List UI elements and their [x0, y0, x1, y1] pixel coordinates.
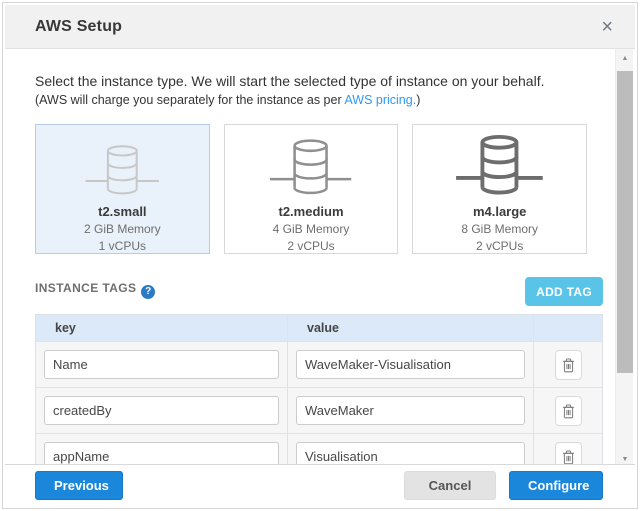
instance-vcpus: 2 vCPUs — [476, 239, 523, 253]
pricing-note-prefix: (AWS will charge you separately for the … — [35, 93, 344, 107]
instance-card-m4large[interactable]: m4.large 8 GiB Memory 2 vCPUs — [412, 124, 587, 254]
database-icon — [83, 143, 162, 198]
instance-memory: 2 GiB Memory — [84, 222, 161, 236]
delete-tag-button[interactable] — [555, 396, 582, 426]
scrollbar-thumb[interactable] — [617, 71, 633, 373]
tag-value-input[interactable] — [296, 350, 525, 379]
table-row — [36, 387, 602, 433]
scroll-up-arrow[interactable]: ▲ — [616, 51, 634, 67]
column-header-value: value — [288, 315, 534, 341]
tag-key-input[interactable] — [44, 350, 279, 379]
instance-type-list: t2.small 2 GiB Memory 1 vCPUs t2.medium … — [35, 124, 601, 254]
tags-table-header: key value — [36, 315, 602, 341]
instance-tags-text: INSTANCE TAGS — [35, 281, 136, 295]
configure-button[interactable]: Configure — [509, 471, 603, 500]
pricing-note-suffix: ) — [416, 93, 420, 107]
close-icon[interactable]: × — [597, 15, 617, 39]
database-icon — [453, 133, 546, 198]
instance-name: m4.large — [473, 204, 526, 219]
tag-value-input[interactable] — [296, 396, 525, 425]
dialog-footer: Previous Cancel Configure — [5, 464, 635, 506]
pricing-note: (AWS will charge you separately for the … — [35, 93, 601, 111]
instance-vcpus: 1 vCPUs — [99, 239, 146, 253]
help-icon[interactable]: ? — [141, 285, 155, 299]
column-header-key: key — [36, 315, 288, 341]
instance-tags-label: INSTANCE TAGS? — [35, 281, 155, 299]
instance-card-t2small[interactable]: t2.small 2 GiB Memory 1 vCPUs — [35, 124, 210, 254]
trash-icon — [562, 450, 575, 465]
dialog-title: AWS Setup — [35, 18, 122, 36]
column-header-actions — [534, 315, 602, 341]
dialog-header: AWS Setup × — [5, 5, 635, 49]
aws-setup-dialog: AWS Setup × Select the instance type. We… — [2, 2, 638, 509]
previous-button[interactable]: Previous — [35, 471, 123, 500]
instance-memory: 4 GiB Memory — [273, 222, 350, 236]
cancel-button[interactable]: Cancel — [404, 471, 496, 500]
delete-tag-button[interactable] — [555, 350, 582, 380]
trash-icon — [562, 358, 575, 373]
instance-card-t2medium[interactable]: t2.medium 4 GiB Memory 2 vCPUs — [224, 124, 399, 254]
intro-text: Select the instance type. We will start … — [35, 73, 601, 93]
vertical-scrollbar: ▲ ▼ — [615, 49, 633, 470]
dialog-content: Select the instance type. We will start … — [5, 49, 613, 470]
tags-table: key value — [35, 314, 603, 470]
database-icon — [267, 137, 354, 198]
instance-vcpus: 2 vCPUs — [287, 239, 334, 253]
add-tag-button[interactable]: ADD TAG — [525, 277, 603, 306]
instance-name: t2.small — [98, 204, 146, 219]
instance-name: t2.medium — [279, 204, 344, 219]
trash-icon — [562, 404, 575, 419]
table-row — [36, 341, 602, 387]
aws-pricing-link[interactable]: AWS pricing. — [344, 93, 416, 107]
instance-tags-bar: INSTANCE TAGS? ADD TAG — [35, 276, 603, 306]
tag-key-input[interactable] — [44, 396, 279, 425]
instance-memory: 8 GiB Memory — [461, 222, 538, 236]
